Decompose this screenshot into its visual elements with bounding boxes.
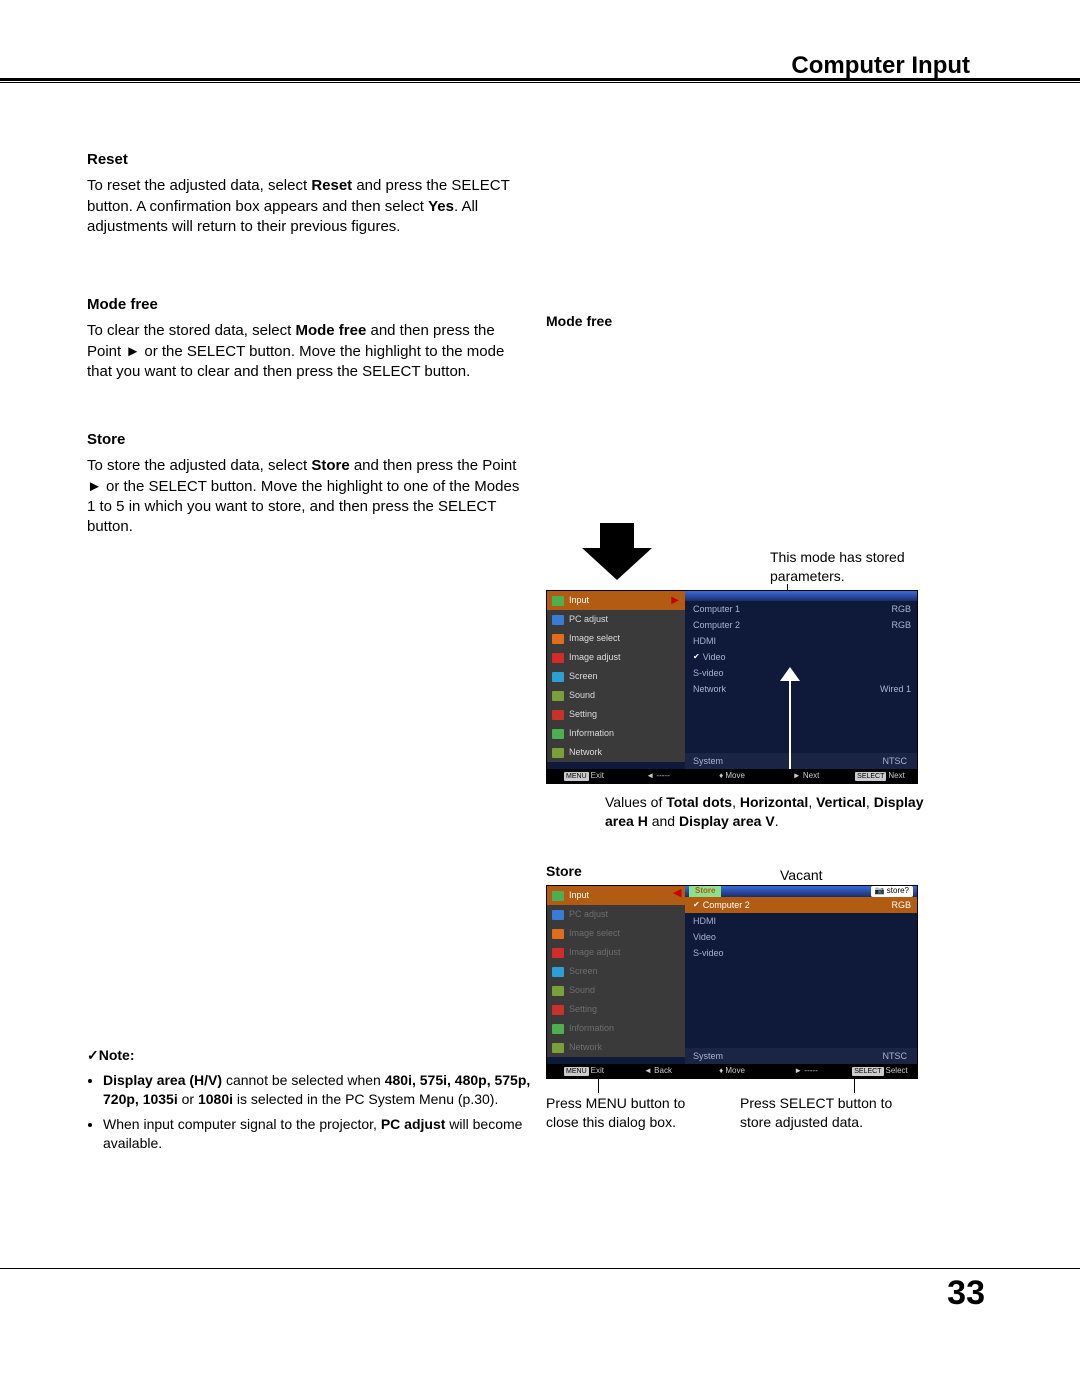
mode-free-heading: Mode free [87, 295, 527, 315]
menu2-sub-item-computer-2[interactable]: ✔Computer 2RGB [685, 897, 917, 913]
menu-item-icon [551, 633, 565, 645]
menu2-footer: MENUExit ◄ Back ♦ Move ► ----- SELECTSel… [547, 1064, 917, 1078]
mode-free-section: Mode free To clear the stored data, sele… [87, 295, 527, 382]
menu1-sub-item-video[interactable]: ✔Video [685, 649, 917, 665]
menu1-sub-item-computer-2[interactable]: Computer 2RGB [685, 617, 917, 633]
menu1-system-label: System [685, 755, 723, 767]
menu-left-item-network[interactable]: Network [547, 743, 685, 762]
press-menu-annotation: Press MENU button to close this dialog b… [546, 1094, 706, 1132]
reset-heading: Reset [87, 150, 527, 170]
menu2-left-item-information[interactable]: Information [547, 1019, 685, 1038]
menu2-system-value: NTSC [883, 1050, 908, 1062]
menu-left-item-sound[interactable]: Sound [547, 686, 685, 705]
menu-left-item-setting[interactable]: Setting [547, 705, 685, 724]
menu2-sub-item-video[interactable]: Video [685, 929, 917, 945]
menu-item-icon [551, 595, 565, 607]
menu2-left-item-network[interactable]: Network [547, 1038, 685, 1057]
osd-menu-mode-free: Input▶PC adjustImage selectImage adjustS… [546, 590, 918, 784]
menu2-sub-item-hdmi[interactable]: HDMI [685, 913, 917, 929]
mode-free-figure-label: Mode free [546, 312, 612, 331]
menu-left-item-input[interactable]: Input▶ [547, 591, 685, 610]
mode-free-text: To clear the stored data, select Mode fr… [87, 321, 527, 382]
values-annotation: Values of Total dots, Horizontal, Vertic… [605, 793, 925, 831]
menu-left-item-screen[interactable]: Screen [547, 667, 685, 686]
menu-item-icon [551, 947, 565, 959]
store-heading: Store [87, 430, 527, 450]
press-select-annotation: Press SELECT button to store adjusted da… [740, 1094, 925, 1132]
menu-item-icon [551, 890, 565, 902]
menu-left-item-image-select[interactable]: Image select [547, 629, 685, 648]
menu1-sub-item-s-video[interactable]: S-video [685, 665, 917, 681]
menu1-system-row: System NTSC [685, 753, 917, 769]
menu2-top-right-label: 📷 store? [871, 886, 913, 897]
menu2-top-strip: Store 📷 store? [685, 886, 917, 897]
menu2-system-row: System NTSC [685, 1048, 917, 1064]
menu2-left-list: InputPC adjustImage selectImage adjustSc… [547, 886, 685, 1057]
stored-annotation: This mode has stored parameters. [770, 548, 920, 586]
menu1-right-list: Computer 1RGBComputer 2RGBHDMI✔VideoS-vi… [685, 601, 917, 697]
note-item-1: Display area (H/V) cannot be selected wh… [103, 1071, 537, 1109]
menu-item-icon [551, 1023, 565, 1035]
menu2-left-item-input[interactable]: Input [547, 886, 685, 905]
check-icon: ✔ [693, 900, 700, 911]
menu-item-icon [551, 1042, 565, 1054]
menu-item-icon [551, 614, 565, 626]
menu-item-icon [551, 985, 565, 997]
menu-item-icon [551, 909, 565, 921]
menu2-left-item-setting[interactable]: Setting [547, 1000, 685, 1019]
left-column: Reset To reset the adjusted data, select… [87, 150, 527, 585]
check-icon: ✔ [693, 652, 700, 663]
menu2-left-item-image-select[interactable]: Image select [547, 924, 685, 943]
menu2-left-item-image-adjust[interactable]: Image adjust [547, 943, 685, 962]
leader-line-select [854, 1077, 855, 1093]
menu2-right-list: ✔Computer 2RGBHDMIVideoS-video [685, 897, 917, 961]
menu-left-item-pc-adjust[interactable]: PC adjust [547, 610, 685, 629]
menu1-sub-item-computer-1[interactable]: Computer 1RGB [685, 601, 917, 617]
menu2-system-label: System [685, 1050, 723, 1062]
menu2-left-item-screen[interactable]: Screen [547, 962, 685, 981]
menu1-sub-item-hdmi[interactable]: HDMI [685, 633, 917, 649]
menu-item-icon [551, 728, 565, 740]
note-item-2: When input computer signal to the projec… [103, 1115, 537, 1153]
menu-left-item-information[interactable]: Information [547, 724, 685, 743]
note-title: ✓Note: [87, 1046, 537, 1065]
menu-item-icon [551, 966, 565, 978]
menu-item-icon [551, 747, 565, 759]
menu-item-icon [551, 1004, 565, 1016]
rule-bottom [0, 1268, 1080, 1269]
note-block: ✓Note: Display area (H/V) cannot be sele… [87, 1046, 537, 1158]
menu1-left-list: Input▶PC adjustImage selectImage adjustS… [547, 591, 685, 762]
menu-item-icon [551, 652, 565, 664]
down-arrow-icon [582, 523, 652, 583]
chevron-left-icon: ◀ [673, 886, 681, 901]
section-header: Computer Input [791, 50, 970, 82]
vacant-label: Vacant [780, 866, 823, 885]
leader-line-menu [598, 1077, 599, 1093]
menu-item-icon [551, 928, 565, 940]
store-section: Store To store the adjusted data, select… [87, 430, 527, 537]
store-text: To store the adjusted data, select Store… [87, 456, 527, 537]
menu-item-icon [551, 709, 565, 721]
menu2-sub-item-s-video[interactable]: S-video [685, 945, 917, 961]
menu-item-icon [551, 690, 565, 702]
menu2-top-left-label: Store [689, 886, 721, 897]
menu1-system-value: NTSC [883, 755, 908, 767]
menu-item-icon [551, 671, 565, 683]
menu2-left-item-sound[interactable]: Sound [547, 981, 685, 1000]
menu1-footer: MENUExit ◄ ----- ♦ Move ► Next SELECTNex… [547, 769, 917, 783]
chevron-right-icon: ▶ [671, 594, 679, 608]
reset-section: Reset To reset the adjusted data, select… [87, 150, 527, 237]
reset-text: To reset the adjusted data, select Reset… [87, 176, 527, 237]
menu1-top-strip [685, 591, 917, 601]
osd-menu-store: InputPC adjustImage selectImage adjustSc… [546, 885, 918, 1079]
store-figure-label: Store [546, 862, 582, 881]
menu-left-item-image-adjust[interactable]: Image adjust [547, 648, 685, 667]
page-number: 33 [947, 1271, 985, 1317]
menu2-left-item-pc-adjust[interactable]: PC adjust [547, 905, 685, 924]
up-arrow-icon [779, 669, 801, 769]
menu1-sub-item-network[interactable]: NetworkWired 1 [685, 681, 917, 697]
